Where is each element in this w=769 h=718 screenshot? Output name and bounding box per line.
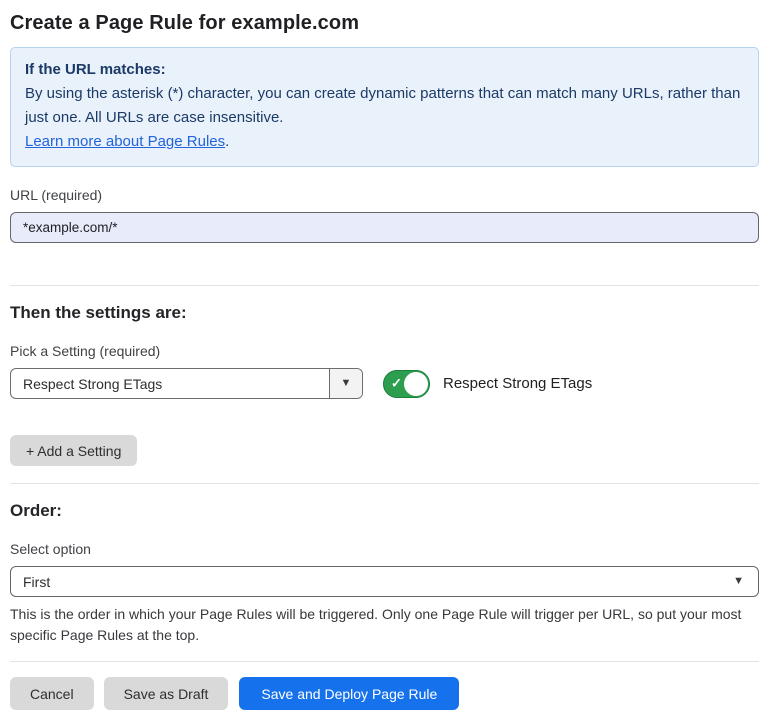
toggle-knob	[404, 372, 428, 396]
toggle-label: Respect Strong ETags	[443, 375, 592, 392]
info-box-body: By using the asterisk (*) character, you…	[25, 82, 744, 130]
divider	[10, 483, 759, 484]
settings-section-heading: Then the settings are:	[10, 303, 759, 323]
learn-more-link[interactable]: Learn more about Page Rules	[25, 133, 225, 150]
footer-actions: Cancel Save as Draft Save and Deploy Pag…	[10, 677, 759, 710]
order-select-value: First	[11, 574, 733, 590]
respect-strong-etags-toggle[interactable]: ✓	[383, 370, 430, 398]
setting-select-arrow-button[interactable]: ▼	[329, 369, 362, 398]
setting-row: Respect Strong ETags ▼ ✓ Respect Strong …	[10, 368, 759, 399]
pick-setting-label: Pick a Setting (required)	[10, 343, 759, 359]
page-title: Create a Page Rule for example.com	[10, 12, 759, 35]
order-select-label: Select option	[10, 541, 759, 557]
divider	[10, 661, 759, 662]
setting-select[interactable]: Respect Strong ETags ▼	[10, 368, 363, 399]
url-field-label: URL (required)	[10, 187, 759, 203]
chevron-down-icon: ▼	[341, 378, 352, 389]
info-box-heading: If the URL matches:	[25, 58, 744, 82]
divider	[10, 285, 759, 286]
url-input[interactable]	[10, 212, 759, 243]
check-icon: ✓	[391, 375, 402, 391]
order-help-text: This is the order in which your Page Rul…	[10, 604, 759, 646]
url-match-info-box: If the URL matches: By using the asteris…	[10, 47, 759, 167]
order-section-heading: Order:	[10, 501, 759, 521]
link-period: .	[225, 133, 229, 150]
setting-select-value: Respect Strong ETags	[11, 369, 329, 398]
cancel-button[interactable]: Cancel	[10, 677, 94, 710]
save-and-deploy-button[interactable]: Save and Deploy Page Rule	[239, 677, 459, 710]
chevron-down-icon: ▼	[733, 576, 758, 587]
info-box-link-line: Learn more about Page Rules.	[25, 130, 744, 154]
save-as-draft-button[interactable]: Save as Draft	[104, 677, 229, 710]
add-setting-button[interactable]: + Add a Setting	[10, 435, 137, 466]
create-page-rule-panel: Create a Page Rule for example.com If th…	[0, 0, 769, 710]
order-select[interactable]: First ▼	[10, 566, 759, 597]
